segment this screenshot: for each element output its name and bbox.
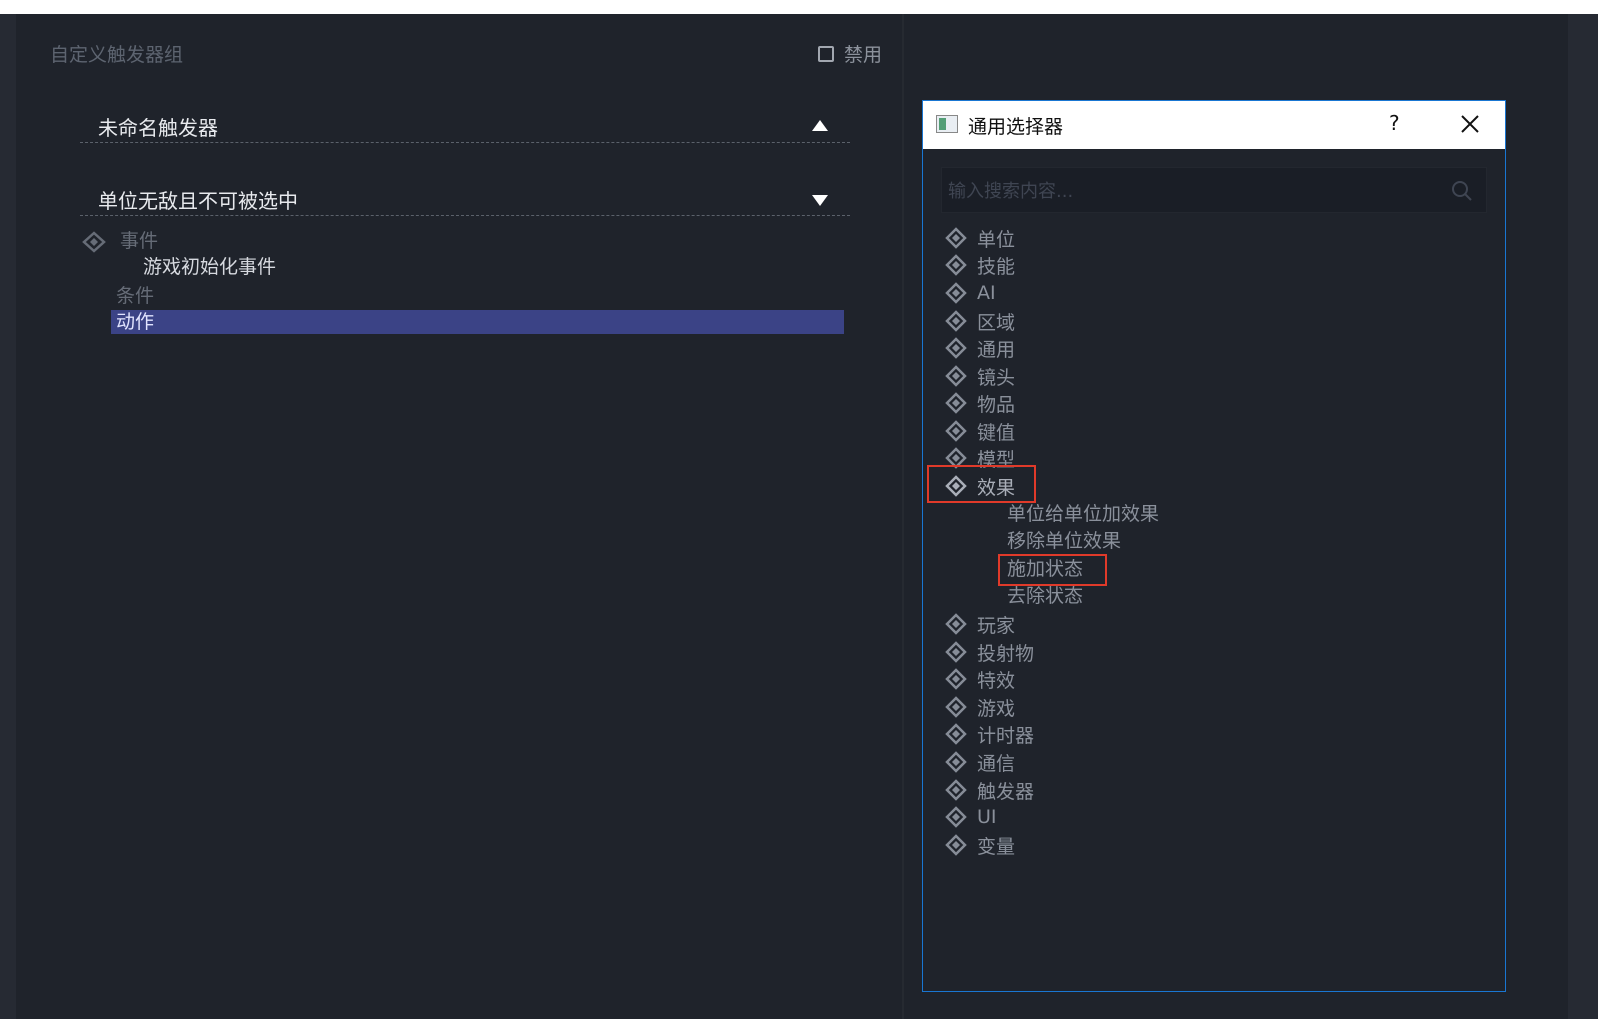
category-player[interactable]: 玩家 [945,611,1015,637]
category-label: 单位 [977,228,1016,251]
category-label: 技能 [977,255,1016,278]
diamond-icon [945,282,967,304]
diamond-icon [945,723,967,745]
leaf-unit-add-effect[interactable]: 单位给单位加效果 [1007,501,1159,527]
tree-item-event[interactable]: 事件 [82,228,158,254]
diamond-icon [945,613,967,635]
diamond-icon [945,668,967,690]
category-trigger[interactable]: 触发器 [945,777,1034,803]
tree-item-action[interactable]: 动作 [111,310,844,334]
trigger-name: 未命名触发器 [98,116,218,140]
tree-item-condition[interactable]: 条件 [116,283,154,309]
category-vfx[interactable]: 特效 [945,666,1015,692]
dialog-title: 通用选择器 [968,116,1064,138]
tree-label-event: 事件 [120,230,159,252]
category-projectile[interactable]: 投射物 [945,639,1034,665]
category-label: 投射物 [977,642,1035,665]
search-input[interactable] [942,168,1450,214]
close-icon[interactable] [1459,113,1481,135]
disable-checkbox[interactable] [818,45,834,62]
category-ui[interactable]: UI [945,804,997,830]
window-icon [936,115,958,133]
category-label: 变量 [977,835,1016,858]
diamond-icon [945,779,967,801]
category-variable[interactable]: 变量 [945,832,1015,858]
category-region[interactable]: 区域 [945,308,1015,334]
trigger-header-invincible[interactable]: 单位无敌且不可被选中 [80,181,850,216]
collapse-arrow-icon[interactable] [812,120,828,131]
category-game[interactable]: 游戏 [945,694,1015,720]
dialog-titlebar[interactable]: 通用选择器 ? [923,101,1505,149]
leaf-remove-unit-effect[interactable]: 移除单位效果 [1007,528,1121,554]
category-label: 区域 [977,311,1016,334]
category-timer[interactable]: 计时器 [945,721,1034,747]
category-skill[interactable]: 技能 [945,252,1015,278]
trigger-header-unnamed[interactable]: 未命名触发器 [80,108,850,143]
category-common[interactable]: 通用 [945,335,1015,361]
tree-item-game-init-event[interactable]: 游戏初始化事件 [143,254,276,280]
category-label: 物品 [977,393,1016,416]
category-label: 游戏 [977,697,1016,720]
diamond-icon [945,227,967,249]
leaf-remove-state[interactable]: 去除状态 [1007,583,1083,609]
diamond-icon [945,751,967,773]
category-label: AI [977,282,996,304]
disable-toggle[interactable]: 禁用 [818,40,882,67]
selector-dialog: 通用选择器 ? 单位 技能 AI 区域 通用 镜头 物品 [922,100,1506,992]
diamond-icon [945,696,967,718]
diamond-icon [945,337,967,359]
search-box[interactable] [941,167,1487,214]
highlight-box-effect [927,465,1036,503]
category-label: 玩家 [977,614,1016,637]
category-label: 通信 [977,752,1016,775]
tree-label-action: 动作 [116,311,155,333]
diamond-icon [945,806,967,828]
category-ai[interactable]: AI [945,280,996,306]
panel-divider [902,14,904,1019]
expand-arrow-icon[interactable] [812,195,828,206]
category-label: 通用 [977,338,1016,361]
help-button[interactable]: ? [1389,111,1400,135]
disable-label: 禁用 [844,44,883,66]
search-icon[interactable] [1450,179,1474,203]
category-label: 镜头 [977,366,1016,389]
category-label: 触发器 [977,780,1035,803]
category-label: 键值 [977,421,1016,444]
category-label: 特效 [977,669,1016,692]
category-label: 计时器 [977,724,1035,747]
diamond-icon [945,254,967,276]
diamond-icon [945,310,967,332]
category-communication[interactable]: 通信 [945,749,1015,775]
diamond-icon [945,420,967,442]
diamond-icon [945,834,967,856]
diamond-icon [945,641,967,663]
category-camera[interactable]: 镜头 [945,363,1015,389]
diamond-icon [945,365,967,387]
trigger-name: 单位无敌且不可被选中 [98,189,298,213]
highlight-box-apply-state [998,554,1107,586]
category-keyvalue[interactable]: 键值 [945,418,1015,444]
diamond-icon [82,230,106,253]
category-label: UI [977,806,997,828]
diamond-icon [945,392,967,414]
group-title: 自定义触发器组 [50,44,184,66]
category-item[interactable]: 物品 [945,390,1015,416]
category-unit[interactable]: 单位 [945,225,1015,251]
